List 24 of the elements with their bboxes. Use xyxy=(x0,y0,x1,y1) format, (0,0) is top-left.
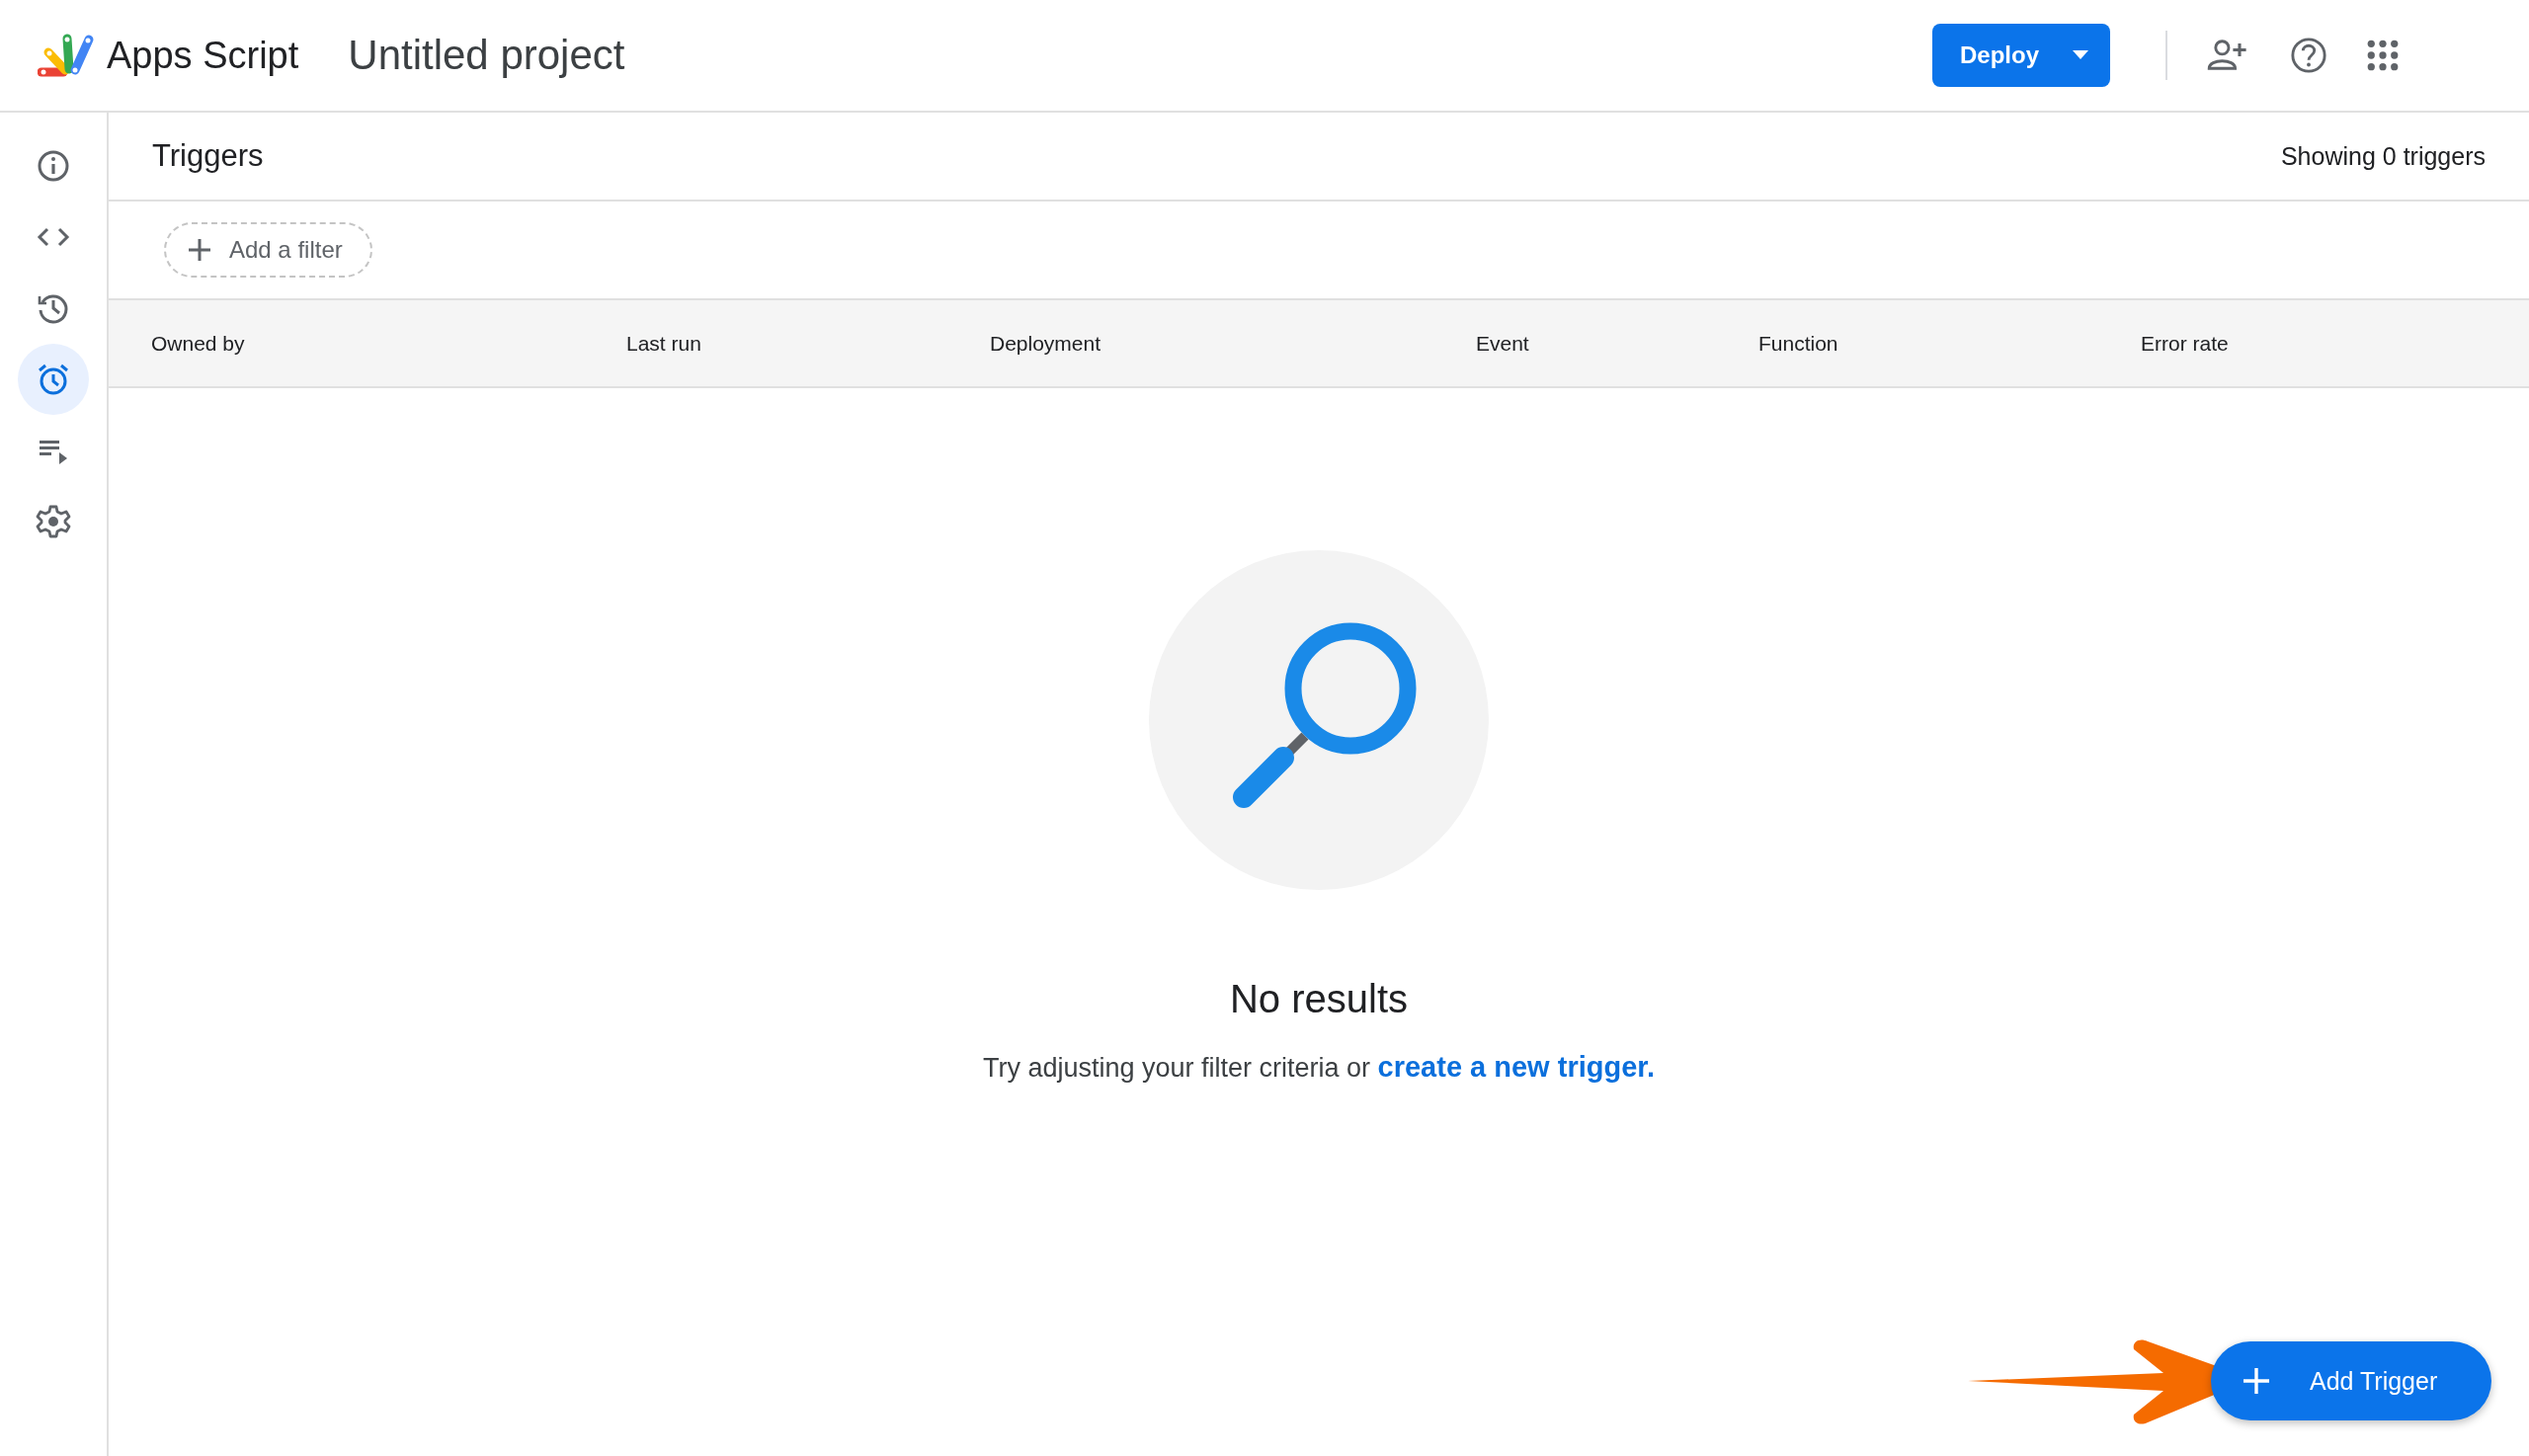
page-title: Triggers xyxy=(152,138,264,174)
plus-icon xyxy=(2243,1367,2270,1395)
product-name: Apps Script xyxy=(107,34,299,77)
deploy-button[interactable]: Deploy xyxy=(1932,24,2110,87)
column-header[interactable]: Owned by xyxy=(151,331,245,355)
help-icon[interactable] xyxy=(2290,37,2327,74)
create-trigger-link[interactable]: create a new trigger. xyxy=(1377,1051,1656,1083)
empty-message: Try adjusting your filter criteria or create a new trigger. xyxy=(982,1051,1656,1084)
column-header[interactable]: Error rate xyxy=(2141,331,2229,355)
info-icon xyxy=(36,148,71,184)
settings-icon xyxy=(36,504,71,539)
plus-icon xyxy=(188,238,211,262)
alarm-clock-icon xyxy=(36,362,71,397)
column-header[interactable]: Event xyxy=(1476,331,1529,355)
column-header[interactable]: Deployment xyxy=(990,331,1101,355)
project-title[interactable]: Untitled project xyxy=(348,32,625,79)
column-header[interactable]: Function xyxy=(1758,331,1838,355)
trigger-count: Showing 0 triggers xyxy=(2280,141,2486,171)
column-header[interactable]: Last run xyxy=(626,331,701,355)
empty-title: No results xyxy=(1229,977,1409,1021)
add-trigger-button[interactable]: Add Trigger xyxy=(2211,1341,2491,1420)
caret-icon xyxy=(2071,50,2090,60)
add-filter-button[interactable]: Add a filter xyxy=(164,222,372,278)
apps-grid-icon[interactable] xyxy=(2367,40,2399,71)
